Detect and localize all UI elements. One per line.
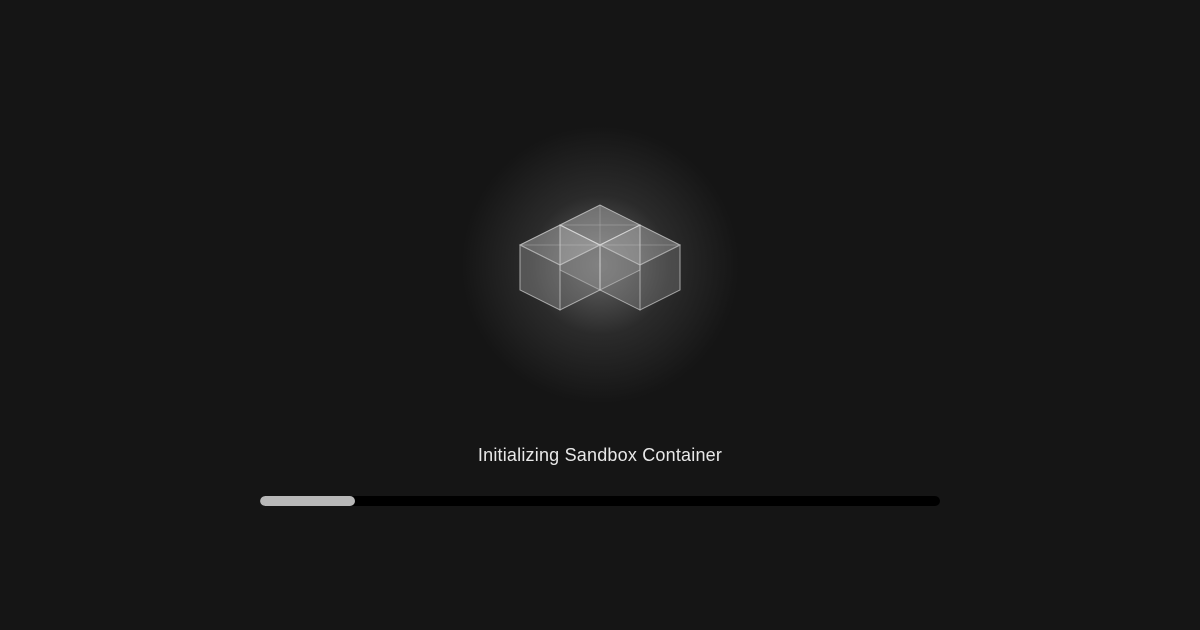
progress-bar [260, 496, 940, 506]
loading-status-text: Initializing Sandbox Container [478, 445, 722, 466]
loading-screen: Initializing Sandbox Container [260, 125, 940, 506]
cubes-icon [500, 195, 700, 335]
progress-fill [260, 496, 355, 506]
logo-glow-container [460, 125, 740, 405]
